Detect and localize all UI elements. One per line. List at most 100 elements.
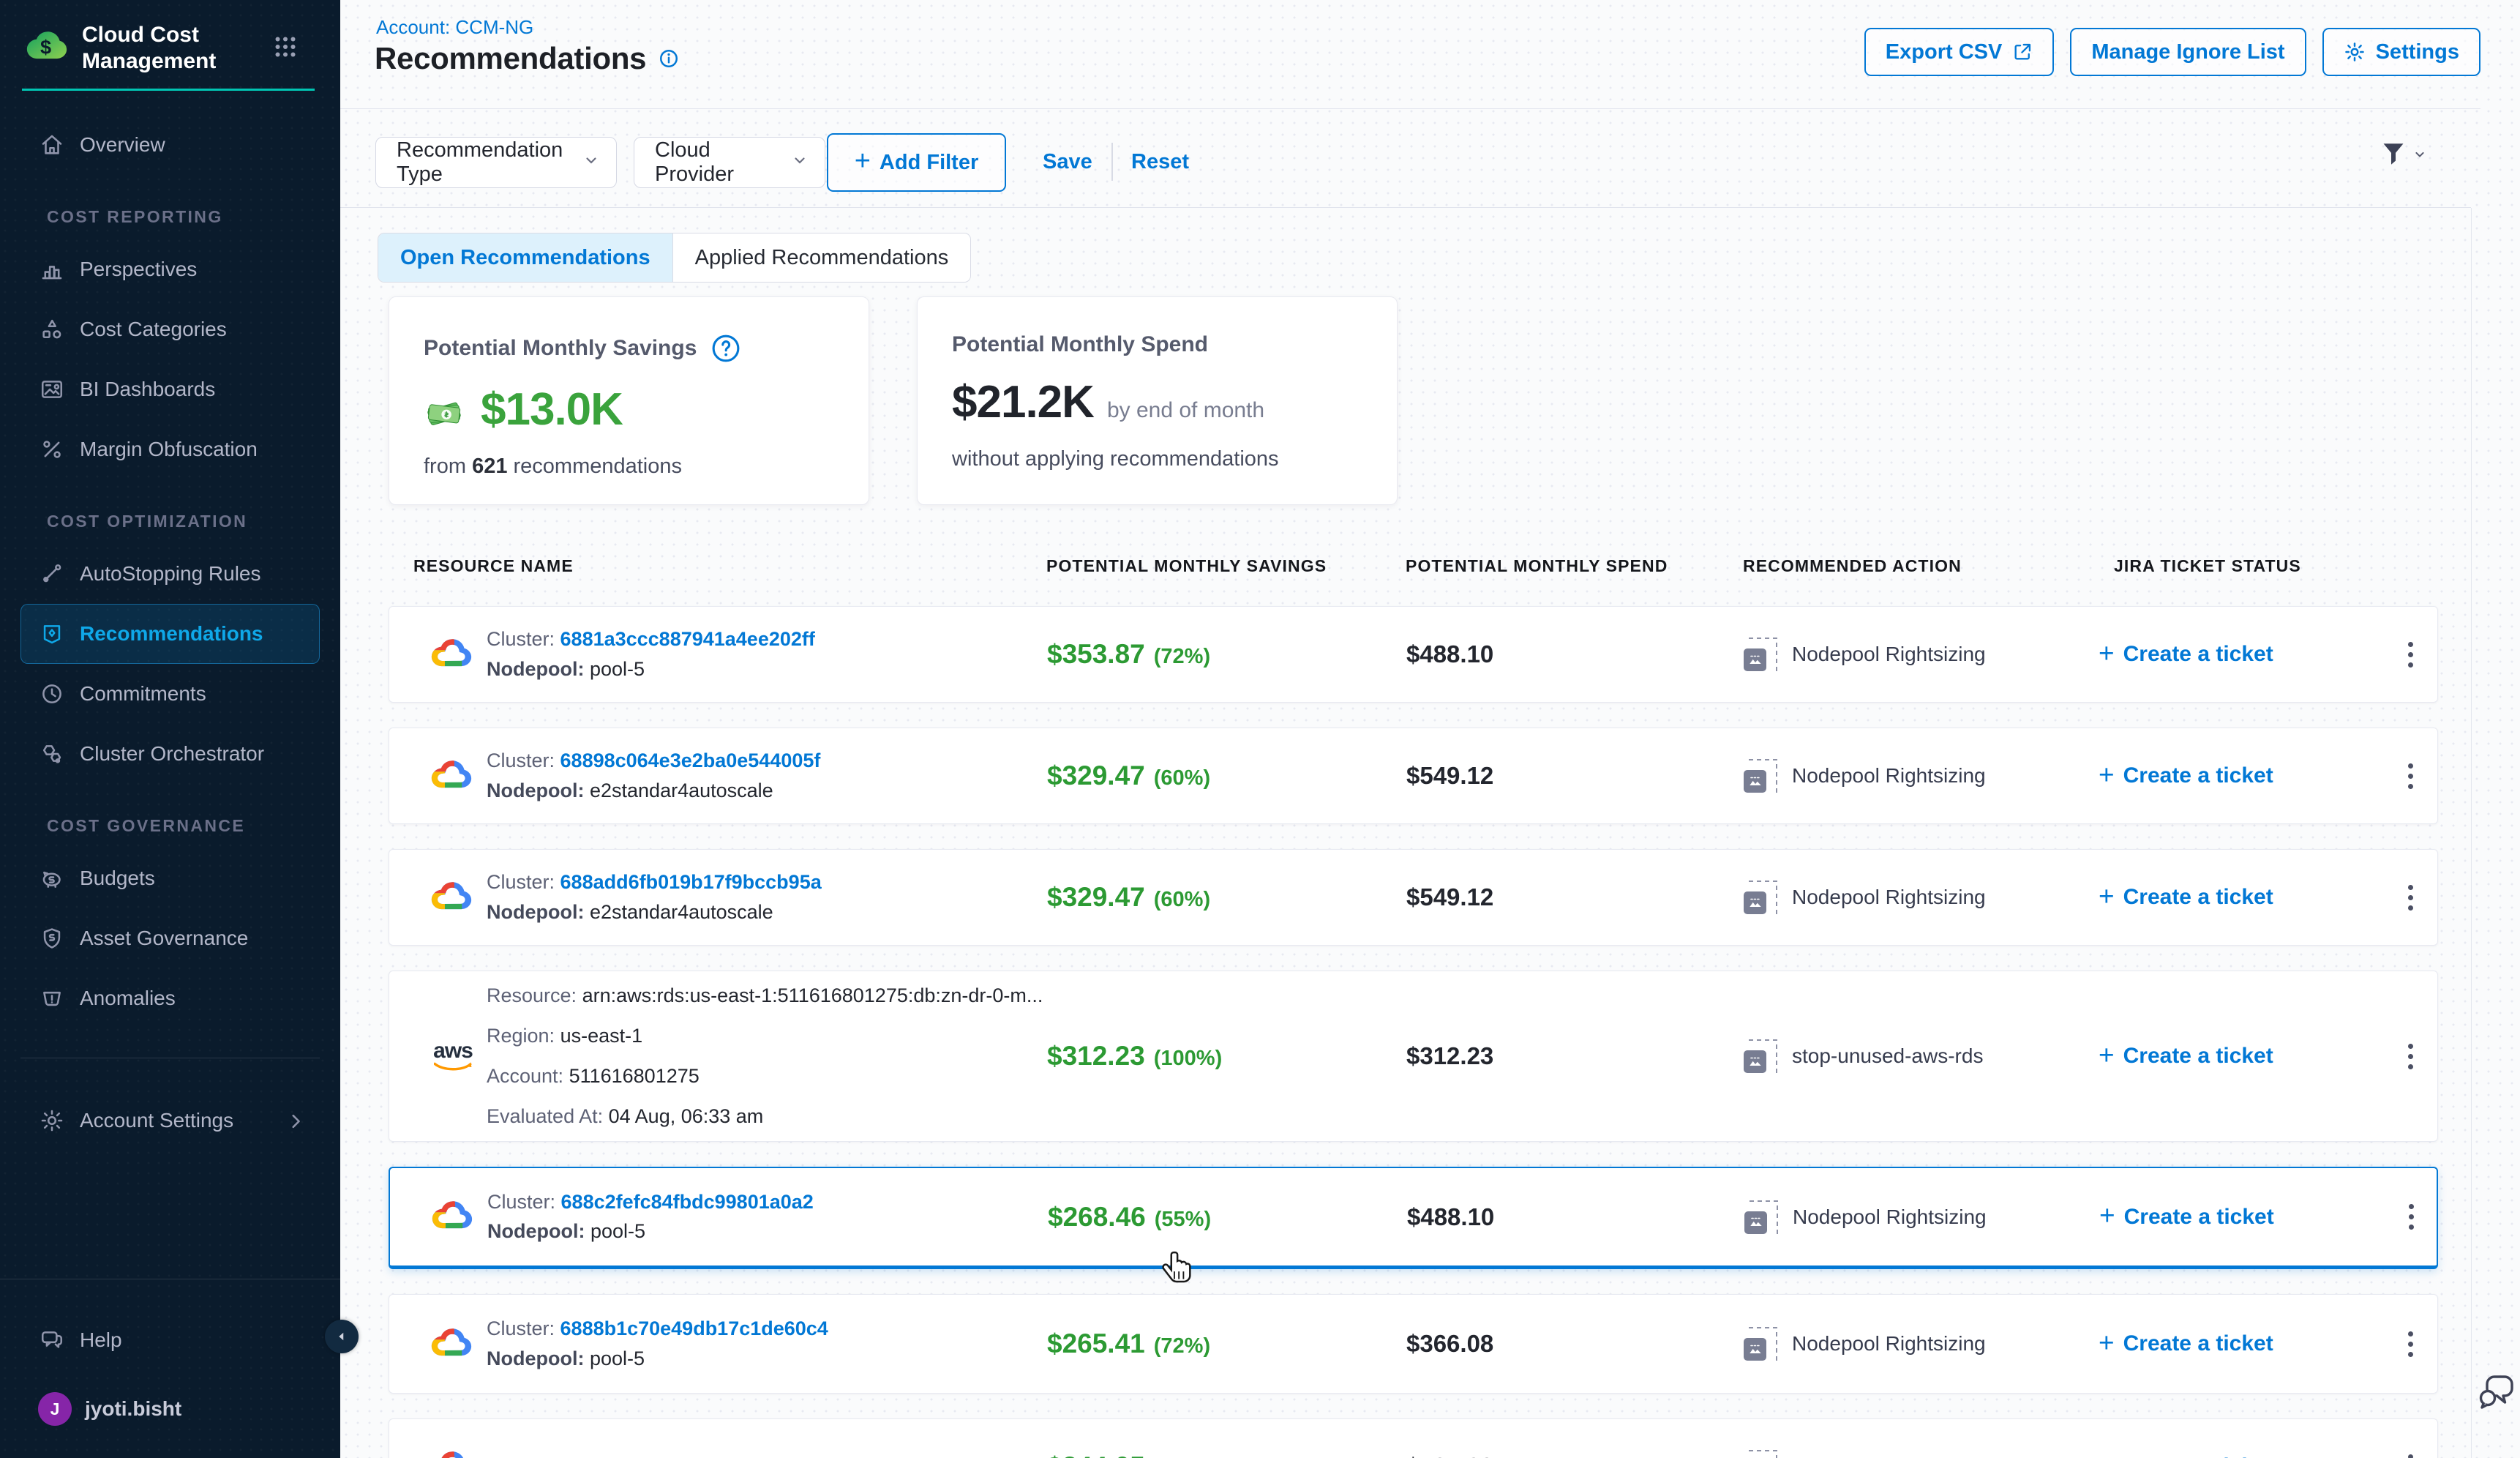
- table-row[interactable]: awsResource: arn:aws:rds:us-east-1:51161…: [389, 971, 2438, 1142]
- monthly-savings-cell: $244.05(57%): [1047, 1451, 1406, 1458]
- rightsizing-action-icon: [1744, 759, 1777, 793]
- create-ticket-button[interactable]: +Create a ticket: [2099, 642, 2401, 667]
- monthly-spend-cell: $366.08: [1406, 1330, 1744, 1358]
- sidebar-collapse-button[interactable]: [325, 1320, 359, 1353]
- resource-link[interactable]: 6881a3ccc887941a4ee202ff: [560, 628, 815, 650]
- resource-field-label: Nodepool:: [487, 658, 590, 680]
- plus-icon: +: [2099, 640, 2115, 667]
- table-header: RESOURCE NAME POTENTIAL MONTHLY SAVINGS …: [389, 549, 2438, 583]
- chat-icon: [39, 1327, 65, 1353]
- create-ticket-button[interactable]: +Create a ticket: [2099, 1454, 2401, 1458]
- row-menu-kebab-icon[interactable]: [2401, 1331, 2423, 1357]
- export-csv-button[interactable]: Export CSV: [1864, 28, 2055, 76]
- info-icon[interactable]: [658, 48, 680, 70]
- rightsizing-action-icon: [1744, 638, 1777, 671]
- recommended-action-label: stop-unused-aws-rds: [1792, 1044, 1983, 1068]
- manage-ignore-list-button[interactable]: Manage Ignore List: [2070, 28, 2306, 76]
- recommended-action-label: Nodepool Rightsizing: [1792, 643, 1986, 666]
- create-ticket-button[interactable]: +Create a ticket: [2099, 1044, 2401, 1069]
- image-icon: [39, 376, 65, 403]
- help-question-icon[interactable]: [710, 332, 742, 364]
- tab-applied-recommendations[interactable]: Applied Recommendations: [672, 233, 971, 282]
- row-menu-kebab-icon[interactable]: [2401, 642, 2423, 668]
- sidebar-item-cost-categories[interactable]: Cost Categories: [20, 299, 320, 359]
- monthly-spend-cell: $549.12: [1406, 762, 1744, 790]
- resource-link[interactable]: 6886e92f59a48cad86b5b1c6: [560, 1455, 823, 1458]
- tag-icon: [39, 621, 65, 647]
- sidebar-item-cluster-orchestrator[interactable]: Cluster Orchestrator: [20, 724, 320, 784]
- row-menu-kebab-icon[interactable]: [2401, 1454, 2423, 1458]
- resource-link[interactable]: 688c2fefc84fbdc99801a0a2: [561, 1191, 814, 1213]
- gcp-icon: [429, 1323, 474, 1365]
- resource-field-label: Cluster:: [487, 1317, 560, 1339]
- percent-icon: [39, 436, 65, 463]
- sidebar-item-account-settings[interactable]: Account Settings: [20, 1091, 320, 1151]
- resource-field-label: Nodepool:: [487, 1347, 590, 1369]
- resource-field-label: Evaluated At:: [487, 1105, 609, 1127]
- recommendations-tabs: Open Recommendations Applied Recommendat…: [378, 233, 971, 283]
- save-filter-button[interactable]: Save: [1043, 150, 1092, 174]
- breadcrumb-account-link[interactable]: Account: CCM-NG: [376, 16, 533, 39]
- sidebar-item-recommendations[interactable]: Recommendations: [20, 604, 320, 664]
- monthly-spend-cell: $312.23: [1406, 1042, 1744, 1070]
- cloud-provider-dropdown[interactable]: Cloud Provider: [634, 137, 825, 188]
- resource-field-label: Nodepool:: [487, 901, 590, 923]
- create-ticket-button[interactable]: +Create a ticket: [2099, 763, 2401, 788]
- sidebar-item-autostopping-rules[interactable]: AutoStopping Rules: [20, 544, 320, 604]
- monthly-spend-cell: $488.10: [1407, 1203, 1744, 1231]
- reset-filter-button[interactable]: Reset: [1131, 150, 1189, 174]
- resource-link[interactable]: 688add6fb019b17f9bccb95a: [560, 871, 822, 893]
- resource-field-label: Resource:: [487, 984, 582, 1006]
- sidebar-item-perspectives[interactable]: Perspectives: [20, 239, 320, 299]
- add-filter-button[interactable]: + Add Filter: [827, 133, 1006, 192]
- sidebar-item-help[interactable]: Help: [20, 1310, 320, 1370]
- app-root: $ Cloud Cost Management OverviewCOST REP…: [0, 0, 2520, 1458]
- sidebar-item-overview[interactable]: Overview: [20, 115, 320, 175]
- spend-caption: without applying recommendations: [952, 447, 1397, 471]
- table-row[interactable]: Cluster: 688c2fefc84fbdc99801a0a2Nodepoo…: [389, 1167, 2438, 1269]
- funnel-icon: [2380, 140, 2407, 174]
- tab-open-recommendations[interactable]: Open Recommendations: [378, 233, 672, 282]
- app-switcher-grid-icon[interactable]: [271, 34, 300, 64]
- sidebar-item-commitments[interactable]: Commitments: [20, 664, 320, 724]
- sidebar-item-budgets[interactable]: Budgets: [20, 848, 320, 908]
- sidebar-nav: OverviewCOST REPORTINGPerspectivesCost C…: [0, 115, 340, 1151]
- chevron-down-icon: [2412, 147, 2427, 165]
- settings-button[interactable]: Settings: [2322, 28, 2480, 76]
- sidebar-section-cost-reporting: COST REPORTING: [0, 175, 340, 239]
- monthly-spend-cell: $549.12: [1406, 883, 1744, 911]
- create-ticket-button[interactable]: +Create a ticket: [2099, 1205, 2401, 1230]
- row-menu-kebab-icon[interactable]: [2401, 1204, 2423, 1230]
- create-ticket-button[interactable]: +Create a ticket: [2099, 1331, 2401, 1356]
- pig-icon: [39, 865, 65, 891]
- table-row[interactable]: Cluster: 68898c064e3e2ba0e544005fNodepoo…: [389, 728, 2438, 824]
- row-menu-kebab-icon[interactable]: [2401, 885, 2423, 911]
- user-menu[interactable]: J jyoti.bisht: [38, 1392, 181, 1426]
- col-potential-monthly-savings: POTENTIAL MONTHLY SAVINGS: [1046, 556, 1406, 576]
- table-row[interactable]: Cluster: 6888b1c70e49db17c1de60c4 Nodepoo…: [389, 1294, 2438, 1394]
- page-title: Recommendations: [375, 41, 646, 76]
- recommendation-type-dropdown[interactable]: Recommendation Type: [375, 137, 617, 188]
- sidebar-item-margin-obfuscation[interactable]: Margin Obfuscation: [20, 419, 320, 479]
- table-row[interactable]: Cluster: 688add6fb019b17f9bccb95aNodepoo…: [389, 849, 2438, 946]
- table-row[interactable]: Cluster: 6886e92f59a48cad86b5b1c6$244.05…: [389, 1418, 2438, 1458]
- chat-support-icon[interactable]: [2475, 1370, 2519, 1418]
- page-header: Account: CCM-NG Recommendations Export C…: [340, 0, 2480, 109]
- resource-value: 511616801275: [569, 1065, 700, 1087]
- sidebar-section-cost-governance: COST GOVERNANCE: [0, 784, 340, 848]
- create-ticket-button[interactable]: +Create a ticket: [2099, 885, 2401, 910]
- resource-value: e2standar4autoscale: [590, 901, 773, 923]
- filter-panel-toggle[interactable]: [2380, 140, 2427, 174]
- row-menu-kebab-icon[interactable]: [2401, 763, 2423, 789]
- sidebar-item-asset-governance[interactable]: Asset Governance: [20, 908, 320, 968]
- sidebar-item-anomalies[interactable]: Anomalies: [20, 968, 320, 1028]
- row-menu-kebab-icon[interactable]: [2401, 1044, 2423, 1069]
- table-row[interactable]: Cluster: 6881a3ccc887941a4ee202ffNodepoo…: [389, 606, 2438, 703]
- filter-bar: Recommendation Type Cloud Provider + Add…: [340, 109, 2471, 208]
- resource-link[interactable]: 68898c064e3e2ba0e544005f: [560, 749, 821, 771]
- sidebar-item-bi-dashboards[interactable]: BI Dashboards: [20, 359, 320, 419]
- potential-monthly-spend-card: Potential Monthly Spend $21.2K by end of…: [917, 296, 1398, 505]
- rightsizing-action-icon: [1744, 1450, 1777, 1458]
- resource-link[interactable]: 6888b1c70e49db17c1de60c4: [560, 1317, 828, 1339]
- plus-icon: +: [855, 147, 871, 175]
